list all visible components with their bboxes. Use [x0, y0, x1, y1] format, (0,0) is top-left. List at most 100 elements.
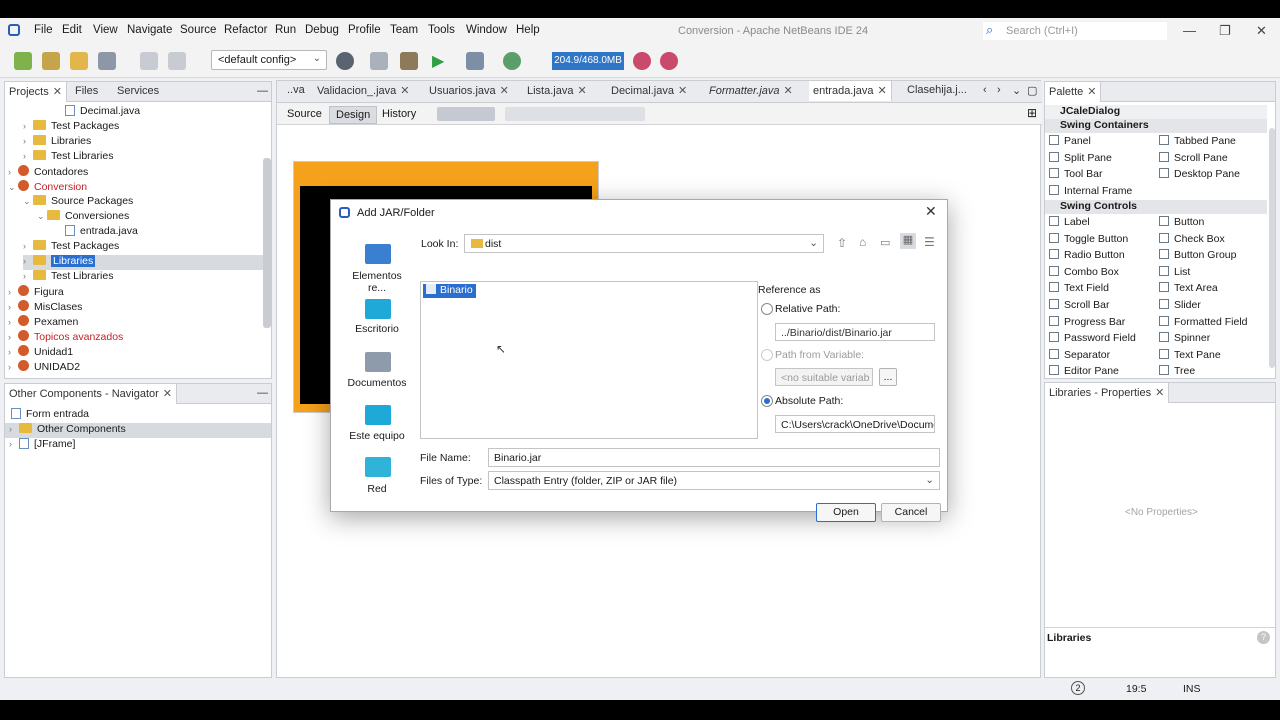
- file-name-input[interactable]: Binario.jar: [488, 448, 940, 467]
- palette-category[interactable]: Swing Containers: [1045, 119, 1267, 133]
- menu-refactor[interactable]: Refactor: [224, 24, 267, 36]
- build-icon[interactable]: [370, 52, 388, 70]
- open-button[interactable]: Open: [816, 503, 876, 522]
- place-network[interactable]: Red: [342, 483, 412, 495]
- network-icon[interactable]: [365, 457, 391, 477]
- palette-item-internal-frame[interactable]: Internal Frame: [1049, 184, 1132, 197]
- file-list[interactable]: Binario: [420, 281, 758, 439]
- palette-item-button-group[interactable]: Button Group: [1159, 249, 1236, 261]
- home-icon[interactable]: ⌂: [859, 235, 866, 249]
- chevron-down-icon[interactable]: ⌄: [1012, 84, 1021, 97]
- files-of-type-select[interactable]: Classpath Entry (folder, ZIP or JAR file…: [488, 471, 940, 490]
- tree-item[interactable]: › Test Packages: [23, 120, 119, 135]
- menu-window[interactable]: Window: [466, 24, 507, 36]
- minimize-panel-icon[interactable]: —: [257, 85, 268, 97]
- tree-item[interactable]: Decimal.java: [65, 105, 140, 120]
- palette-item-text-pane[interactable]: Text Pane: [1159, 348, 1221, 361]
- tree-item[interactable]: › Libraries: [23, 135, 91, 150]
- place-recent[interactable]: Elementos re...: [342, 270, 412, 294]
- path-from-variable-radio[interactable]: [761, 349, 773, 361]
- close-icon[interactable]: ✕: [1256, 23, 1267, 39]
- list-view-icon[interactable]: ▦: [900, 233, 916, 249]
- menu-file[interactable]: File: [34, 24, 53, 36]
- source-mode-button[interactable]: Source: [281, 106, 328, 122]
- palette-item-tree[interactable]: Tree: [1159, 365, 1195, 377]
- scrollbar[interactable]: [263, 158, 271, 328]
- editor-tab[interactable]: ..va: [287, 84, 305, 96]
- history-mode-button[interactable]: History: [376, 106, 422, 122]
- palette-item-editor-pane[interactable]: Editor Pane: [1049, 365, 1119, 377]
- palette-item-panel[interactable]: Panel: [1049, 135, 1091, 147]
- scrollbar[interactable]: [1269, 128, 1275, 368]
- close-icon[interactable]: ✕: [925, 203, 937, 220]
- palette-item-button[interactable]: Button: [1159, 216, 1204, 228]
- run-icon[interactable]: ▶: [432, 51, 444, 71]
- menu-navigate[interactable]: Navigate: [127, 24, 172, 36]
- alignment-tools-icon[interactable]: [505, 107, 645, 121]
- tree-item[interactable]: › Test Packages: [23, 240, 119, 255]
- palette-item-separator[interactable]: Separator: [1049, 348, 1110, 361]
- relative-path-label[interactable]: Relative Path:: [775, 303, 840, 315]
- tree-item[interactable]: › Contadores: [8, 165, 88, 180]
- tree-item[interactable]: ⌄ Conversion: [8, 180, 87, 195]
- palette-item-scroll-bar[interactable]: Scroll Bar: [1049, 299, 1110, 311]
- place-computer[interactable]: Este equipo: [342, 430, 412, 442]
- gc-icon[interactable]: [633, 52, 651, 70]
- config-select[interactable]: <default config> ⌄: [211, 50, 327, 70]
- palette-item-toggle-button[interactable]: Toggle Button: [1049, 232, 1128, 245]
- editor-tab[interactable]: Lista.java ✕: [527, 84, 587, 97]
- editor-tab[interactable]: Decimal.java ✕: [611, 84, 687, 97]
- palette-item-check-box[interactable]: Check Box: [1159, 232, 1225, 245]
- file-list-item-selected[interactable]: Binario: [423, 284, 476, 298]
- tree-item[interactable]: Form entrada: [11, 408, 89, 423]
- tree-item[interactable]: › Pexamen: [8, 315, 78, 330]
- tab-properties[interactable]: Libraries - Properties ✕: [1045, 383, 1170, 403]
- palette-category[interactable]: Swing Controls: [1045, 200, 1267, 214]
- palette-item-tool-bar[interactable]: Tool Bar: [1049, 168, 1103, 180]
- debug-icon[interactable]: [466, 52, 484, 70]
- palette-item-text-field[interactable]: Text Field: [1049, 282, 1109, 294]
- editor-tab[interactable]: Clasehija.j...: [907, 84, 967, 96]
- computer-icon[interactable]: [365, 405, 391, 425]
- editor-tab[interactable]: Formatter.java ✕: [709, 84, 793, 97]
- tree-item[interactable]: › Figura: [8, 285, 64, 300]
- relative-path-radio[interactable]: [761, 303, 773, 315]
- variable-browse-button[interactable]: ...: [879, 368, 897, 386]
- place-documents[interactable]: Documentos: [342, 377, 412, 389]
- tree-item[interactable]: ⌄ Conversiones: [37, 210, 129, 225]
- minimize-icon[interactable]: —: [1183, 23, 1196, 38]
- palette-item-scroll-pane[interactable]: Scroll Pane: [1159, 151, 1228, 164]
- details-view-icon[interactable]: ☰: [924, 235, 935, 249]
- tree-item[interactable]: › Test Libraries: [23, 150, 113, 165]
- tab-services[interactable]: Services: [117, 85, 159, 97]
- editor-tab[interactable]: Usuarios.java ✕: [429, 84, 509, 97]
- tree-item[interactable]: entrada.java: [65, 225, 138, 240]
- profile-icon[interactable]: [503, 52, 521, 70]
- place-desktop[interactable]: Escritorio: [342, 323, 412, 335]
- menu-source[interactable]: Source: [180, 24, 216, 36]
- editor-tab[interactable]: Validacion_.java ✕: [317, 84, 410, 97]
- palette-item-split-pane[interactable]: Split Pane: [1049, 151, 1112, 164]
- absolute-path-radio[interactable]: [761, 395, 773, 407]
- palette-item-progress-bar[interactable]: Progress Bar: [1049, 315, 1125, 328]
- tree-item[interactable]: › MisClases: [8, 300, 82, 315]
- globe-icon[interactable]: [336, 52, 354, 70]
- palette-item[interactable]: JCaleDialog: [1045, 105, 1267, 119]
- editor-tab-active[interactable]: entrada.java ✕: [809, 81, 892, 101]
- menu-help[interactable]: Help: [516, 24, 540, 36]
- palette-item-radio-button[interactable]: Radio Button: [1049, 249, 1125, 261]
- tree-item-selected[interactable]: › Other Components: [5, 423, 271, 438]
- tab-projects[interactable]: Projects ✕: [5, 82, 67, 102]
- palette-item-formatted-field[interactable]: Formatted Field: [1159, 315, 1248, 328]
- documents-icon[interactable]: [365, 352, 391, 372]
- maximize-icon[interactable]: ▢: [1027, 84, 1037, 97]
- absolute-path-label[interactable]: Absolute Path:: [775, 395, 843, 407]
- profiler-snapshot-icon[interactable]: [660, 52, 678, 70]
- tree-item[interactable]: › UNIDAD2: [8, 360, 80, 375]
- new-project-icon[interactable]: [42, 52, 60, 70]
- notifications-icon[interactable]: 2: [1071, 681, 1085, 695]
- recent-items-icon[interactable]: [365, 244, 391, 264]
- menu-edit[interactable]: Edit: [62, 24, 82, 36]
- tree-item[interactable]: › Test Libraries: [23, 270, 113, 285]
- redo-icon[interactable]: [168, 52, 186, 70]
